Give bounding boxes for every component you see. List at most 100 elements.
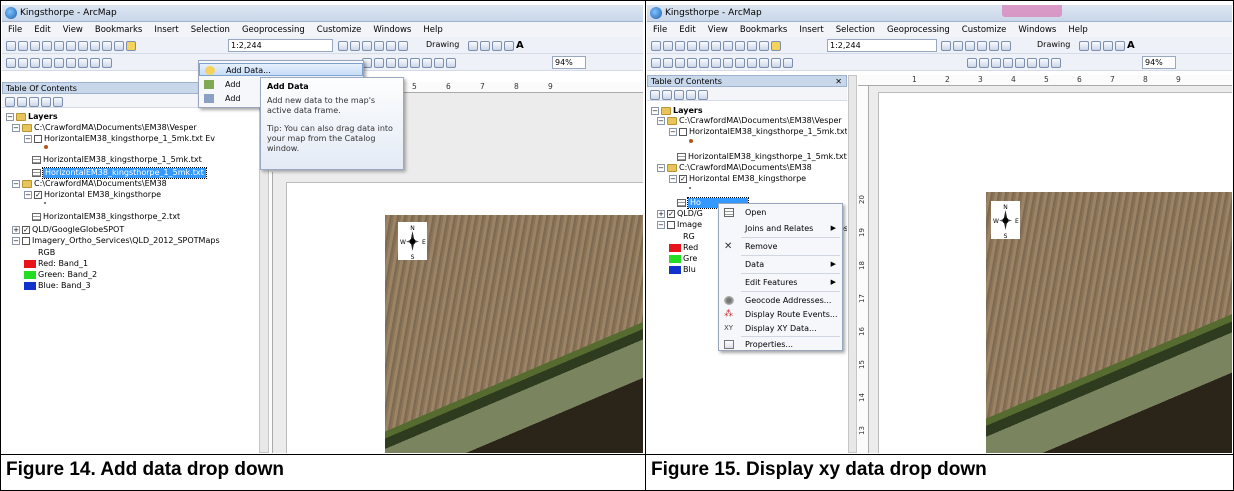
menu-insert[interactable]: Insert [154, 25, 178, 35]
context-open[interactable]: Open [719, 206, 842, 219]
undo-icon[interactable] [747, 40, 757, 51]
layout-tool-icon[interactable] [398, 57, 408, 68]
arctoolbox-icon[interactable] [386, 40, 396, 51]
layout-tool-icon[interactable] [1051, 57, 1061, 68]
measure-icon[interactable] [783, 57, 793, 68]
layers-node[interactable]: − Layers [6, 112, 58, 122]
collapse-icon[interactable]: − [24, 191, 32, 199]
layout-tool-icon[interactable] [991, 57, 1001, 68]
zoom-percent-input[interactable]: 94% [1142, 56, 1176, 69]
collapse-icon[interactable]: − [12, 124, 20, 132]
vesper-table[interactable]: HorizontalEM38_kingsthorpe_1_5mk.txt [677, 152, 847, 162]
text-tool-icon[interactable]: A [516, 40, 524, 51]
layer-checkbox[interactable]: ✓ [667, 210, 675, 218]
em38-folder-node[interactable]: − C:\CrawfordMA\Documents\EM38 [12, 179, 167, 189]
catalog-icon[interactable] [965, 40, 975, 51]
menu-bookmarks[interactable]: Bookmarks [95, 25, 143, 35]
layer-checkbox[interactable] [22, 237, 30, 245]
back-icon[interactable] [78, 57, 88, 68]
redo-icon[interactable] [114, 40, 124, 51]
list-by-drawing-order-icon[interactable] [5, 96, 15, 107]
layers-node[interactable]: − Layers [651, 106, 703, 116]
horizontal-layer[interactable]: − ✓ Horizontal EM38_kingsthorpe [24, 190, 161, 200]
layout-tool-icon[interactable] [1027, 57, 1037, 68]
scale-input[interactable]: 1:2,244 [827, 39, 937, 52]
select-elements-icon[interactable] [1079, 40, 1089, 51]
layout-tool-icon[interactable] [967, 57, 977, 68]
layer-checkbox[interactable]: ✓ [34, 191, 42, 199]
context-properties[interactable]: Properties... [719, 338, 842, 351]
search-window-icon[interactable] [374, 40, 384, 51]
paste-icon[interactable] [723, 40, 733, 51]
collapse-icon[interactable]: − [12, 180, 20, 188]
collapse-icon[interactable]: − [657, 164, 665, 172]
menu-help[interactable]: Help [1068, 25, 1087, 35]
layout-tool-icon[interactable] [422, 57, 432, 68]
menu-windows[interactable]: Windows [1018, 25, 1056, 35]
cut-icon[interactable] [699, 40, 709, 51]
layer-checkbox[interactable]: ✓ [679, 175, 687, 183]
zoom-whole-page-icon[interactable] [492, 40, 502, 51]
vesper-folder-node[interactable]: − C:\CrawfordMA\Documents\EM38\Vesper [657, 116, 842, 126]
editor-icon[interactable] [338, 40, 348, 51]
menu-help[interactable]: Help [423, 25, 442, 35]
close-icon[interactable]: ✕ [835, 76, 842, 87]
layout-tool-icon[interactable] [410, 57, 420, 68]
layout-tool-icon[interactable] [446, 57, 456, 68]
zoom-percent-input[interactable]: 94% [552, 56, 586, 69]
layer-checkbox[interactable] [667, 221, 675, 229]
arctoolbox-icon[interactable] [989, 40, 999, 51]
open-icon[interactable] [18, 40, 28, 51]
rectangle-icon[interactable] [504, 40, 514, 51]
open-icon[interactable] [663, 40, 673, 51]
list-by-selection-icon[interactable] [41, 96, 51, 107]
context-edit-features[interactable]: Edit Features ▶ [719, 276, 842, 289]
expand-icon[interactable]: + [12, 226, 20, 234]
collapse-icon[interactable]: − [657, 221, 665, 229]
menu-geoprocessing[interactable]: Geoprocessing [242, 25, 305, 35]
scale-input[interactable]: 1:2,244 [228, 39, 333, 52]
selected-table[interactable]: HorizontalEM38_kingsthorpe_1_5mk.txt [32, 167, 207, 179]
forward-icon[interactable] [90, 57, 100, 68]
redo-icon[interactable] [759, 40, 769, 51]
delete-icon[interactable] [90, 40, 100, 51]
layer-checkbox[interactable] [34, 135, 42, 143]
drawing-menu[interactable]: Drawing [1037, 40, 1070, 49]
forward-icon[interactable] [735, 57, 745, 68]
qld-layer[interactable]: + ✓ QLD/G [657, 209, 703, 219]
vesper-events-layer[interactable]: − HorizontalEM38_kingsthorpe_1_5mk.txt E… [24, 134, 215, 144]
zoom-in-icon[interactable] [6, 57, 16, 68]
collapse-icon[interactable]: − [24, 135, 32, 143]
print-icon[interactable] [687, 40, 697, 51]
drawing-menu[interactable]: Drawing [426, 40, 459, 49]
layout-tool-icon[interactable] [1015, 57, 1025, 68]
menu-view[interactable]: View [63, 25, 83, 35]
layer-checkbox[interactable] [679, 128, 687, 136]
add-data-icon[interactable] [126, 40, 136, 51]
vesper-table[interactable]: HorizontalEM38_kingsthorpe_1_5mk.txt [32, 155, 202, 165]
list-by-source-icon[interactable] [17, 96, 27, 107]
menu-insert[interactable]: Insert [799, 25, 823, 35]
new-icon[interactable] [6, 40, 16, 51]
menu-geoprocessing[interactable]: Geoprocessing [887, 25, 950, 35]
copy-icon[interactable] [711, 40, 721, 51]
imagery-layer[interactable]: − Imagery_Ortho_Services\QLD_2012_SPOTMa… [12, 236, 220, 246]
back-icon[interactable] [723, 57, 733, 68]
python-icon[interactable] [398, 40, 408, 51]
search-window-icon[interactable] [977, 40, 987, 51]
fixed-zoom-in-icon[interactable] [699, 57, 709, 68]
menu-edit[interactable]: Edit [34, 25, 50, 35]
copy-icon[interactable] [66, 40, 76, 51]
context-joins-relates[interactable]: Joins and Relates ▶ [719, 222, 842, 235]
text-tool-icon[interactable]: A [1127, 40, 1135, 51]
list-by-selection-icon[interactable] [686, 89, 696, 100]
context-data[interactable]: Data ▶ [719, 258, 842, 271]
layout-tool-icon[interactable] [386, 57, 396, 68]
layout-tool-icon[interactable] [979, 57, 989, 68]
layout-view[interactable]: 1 2 3 4 5 6 7 8 9 20 19 18 17 16 15 14 1… [858, 75, 1232, 453]
menu-bookmarks[interactable]: Bookmarks [740, 25, 788, 35]
menu-selection[interactable]: Selection [836, 25, 875, 35]
add-data-menu-item[interactable]: Add Data... [199, 63, 363, 76]
editor-icon[interactable] [941, 40, 951, 51]
find-icon[interactable] [771, 57, 781, 68]
